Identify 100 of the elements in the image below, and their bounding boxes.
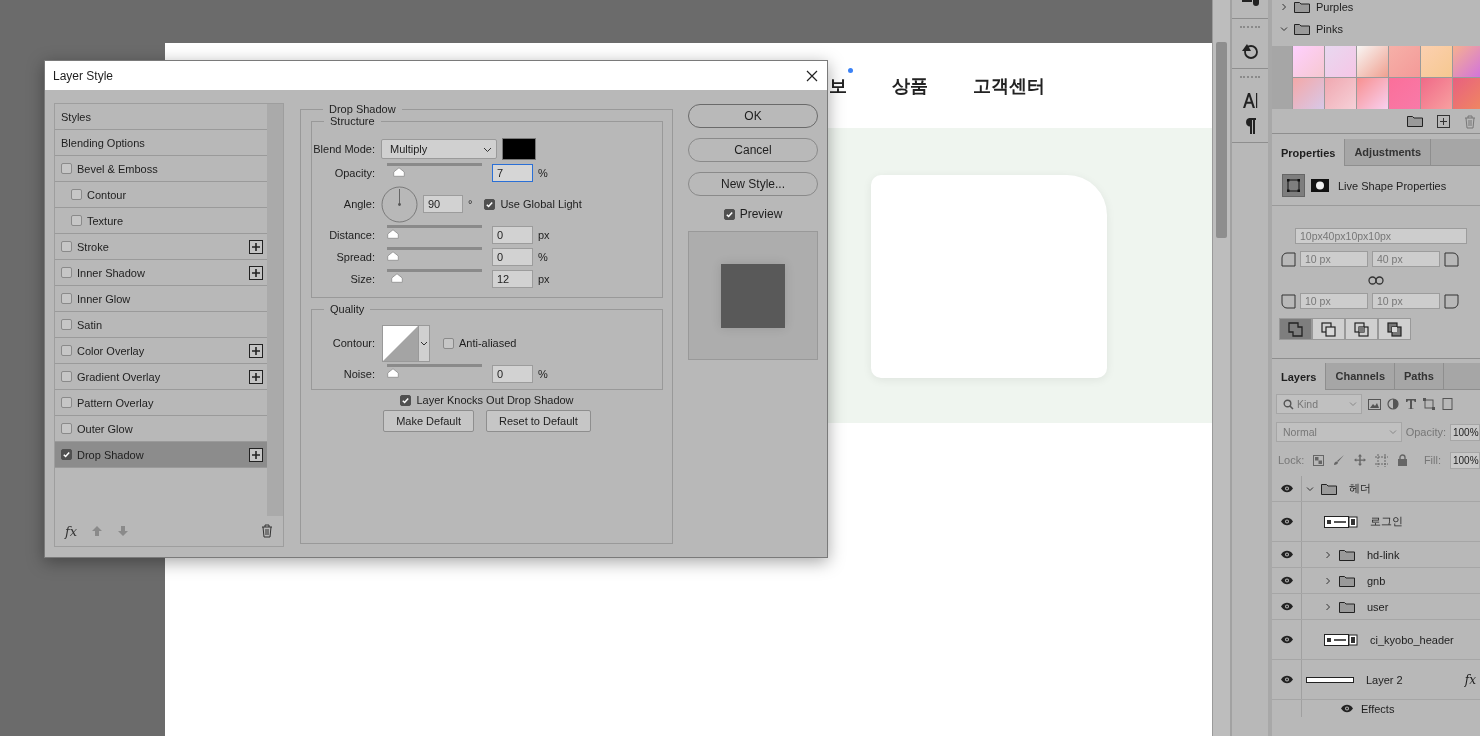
slider-thumb[interactable]: [392, 167, 405, 177]
style-list-item[interactable]: Color Overlay: [55, 338, 267, 364]
move-icon[interactable]: [1354, 454, 1367, 466]
angle-field[interactable]: 90: [423, 195, 463, 213]
history-icon[interactable]: [1241, 42, 1259, 60]
panel-tab[interactable]: Layers: [1272, 363, 1327, 390]
style-list-item[interactable]: Stroke: [55, 234, 267, 260]
gradient-swatch[interactable]: [1453, 46, 1480, 77]
fx-button[interactable]: fx: [65, 523, 78, 539]
add-icon[interactable]: [249, 239, 263, 254]
artboard-icon[interactable]: [1375, 453, 1389, 467]
shape-properties-button[interactable]: [1282, 174, 1305, 197]
scrollbar[interactable]: [267, 104, 283, 516]
add-icon[interactable]: [249, 265, 263, 280]
lock-icon[interactable]: [1397, 454, 1409, 466]
distance-slider[interactable]: [387, 225, 482, 239]
visibility-toggle[interactable]: [1340, 704, 1354, 713]
path-operation-button[interactable]: [1378, 318, 1411, 340]
path-operation-button[interactable]: [1279, 318, 1312, 340]
layer-name[interactable]: hd-link: [1367, 548, 1400, 561]
paragraph-icon[interactable]: [1244, 117, 1256, 134]
smart-object-filter-icon[interactable]: [1441, 398, 1453, 410]
path-operation-button[interactable]: [1345, 318, 1378, 340]
add-icon[interactable]: [1437, 115, 1450, 128]
move-down-icon[interactable]: [117, 525, 130, 537]
size-field[interactable]: 12: [492, 270, 533, 288]
expand-chevron[interactable]: [1280, 3, 1288, 11]
angle-dial[interactable]: [381, 185, 418, 223]
layer-name[interactable]: 로그인: [1370, 514, 1403, 529]
effects-badge[interactable]: fx: [1464, 672, 1476, 687]
action-button[interactable]: Make Default: [383, 410, 474, 432]
slider-thumb[interactable]: [387, 368, 399, 378]
visibility-toggle[interactable]: [1279, 517, 1294, 526]
style-list-item[interactable]: Inner Shadow: [55, 260, 267, 286]
expand-chevron[interactable]: [1324, 576, 1332, 585]
style-list-item[interactable]: Gradient Overlay: [55, 364, 267, 390]
dialog-button[interactable]: OK: [688, 104, 818, 128]
checkbox[interactable]: [61, 163, 72, 174]
slider-thumb[interactable]: [387, 229, 399, 239]
nav-link[interactable]: 보: [829, 75, 847, 96]
visibility-toggle[interactable]: [1279, 550, 1294, 559]
gradient-group-name[interactable]: Purples: [1316, 1, 1354, 13]
layer-name[interactable]: Layer 2: [1366, 673, 1403, 686]
checkbox[interactable]: [61, 293, 72, 304]
character-icon[interactable]: [1242, 92, 1258, 109]
noise-slider[interactable]: [387, 364, 482, 378]
move-up-icon[interactable]: [91, 525, 104, 537]
expand-chevron[interactable]: [1324, 550, 1332, 559]
gradient-swatch[interactable]: [1389, 78, 1420, 109]
checkbox[interactable]: [61, 371, 72, 382]
path-operation-button[interactable]: [1312, 318, 1345, 340]
style-list-item[interactable]: Bevel & Emboss: [55, 156, 267, 182]
opacity-field[interactable]: 100%: [1450, 423, 1480, 441]
checkbox[interactable]: [61, 449, 72, 460]
nav-link[interactable]: 상품: [892, 75, 928, 96]
checkbox[interactable]: [61, 241, 72, 252]
dialog-button[interactable]: Cancel: [688, 138, 818, 162]
visibility-toggle[interactable]: [1279, 576, 1294, 585]
gradient-group-name[interactable]: Pinks: [1316, 23, 1343, 35]
use-global-light-checkbox[interactable]: Use Global Light: [484, 198, 582, 210]
slider-thumb[interactable]: [387, 251, 399, 261]
panel-tab[interactable]: Paths: [1395, 363, 1444, 389]
checkbox[interactable]: [61, 423, 72, 434]
scrollbar[interactable]: [1212, 0, 1230, 736]
blend-mode-dropdown[interactable]: Multiply: [381, 139, 497, 159]
checkbox[interactable]: [71, 189, 82, 200]
checkbox[interactable]: [61, 319, 72, 330]
gradient-swatch[interactable]: [1357, 78, 1388, 109]
opacity-field[interactable]: 7: [492, 164, 533, 182]
add-icon[interactable]: [249, 343, 263, 358]
dialog-button[interactable]: New Style...: [688, 172, 818, 196]
style-list-item[interactable]: Contour: [55, 182, 267, 208]
spread-slider[interactable]: [387, 247, 482, 261]
expand-chevron[interactable]: [1306, 484, 1314, 493]
contour-picker[interactable]: [382, 324, 430, 362]
shape-filter-icon[interactable]: [1423, 398, 1435, 410]
style-list-item[interactable]: Drop Shadow: [55, 442, 267, 468]
checkbox[interactable]: [61, 397, 72, 408]
gradient-swatch[interactable]: [1293, 46, 1324, 77]
adjustment-filter-icon[interactable]: [1387, 398, 1399, 410]
layer-name[interactable]: gnb: [1367, 574, 1386, 587]
gradient-swatch[interactable]: [1357, 46, 1388, 77]
style-list-item[interactable]: Texture: [55, 208, 267, 234]
close-icon[interactable]: [806, 69, 818, 82]
lock-transparency-icon[interactable]: [1313, 454, 1325, 466]
anti-aliased-checkbox[interactable]: Anti-aliased: [443, 337, 517, 349]
nav-link[interactable]: 고객센터: [973, 75, 1045, 96]
size-slider[interactable]: [387, 269, 482, 283]
panel-tab[interactable]: Channels: [1326, 363, 1395, 389]
layer-name[interactable]: ci_kyobo_header: [1370, 633, 1454, 646]
add-icon[interactable]: [249, 447, 263, 462]
style-list-item[interactable]: Satin: [55, 312, 267, 338]
expand-chevron[interactable]: [1280, 25, 1288, 33]
expand-chevron[interactable]: [1324, 602, 1332, 611]
visibility-toggle[interactable]: [1279, 484, 1294, 493]
style-list-item[interactable]: Pattern Overlay: [55, 390, 267, 416]
gradient-swatch[interactable]: [1421, 46, 1452, 77]
panel-tab[interactable]: Properties: [1272, 139, 1346, 166]
shadow-color-swatch[interactable]: [502, 138, 536, 160]
distance-field[interactable]: 0: [492, 226, 533, 244]
